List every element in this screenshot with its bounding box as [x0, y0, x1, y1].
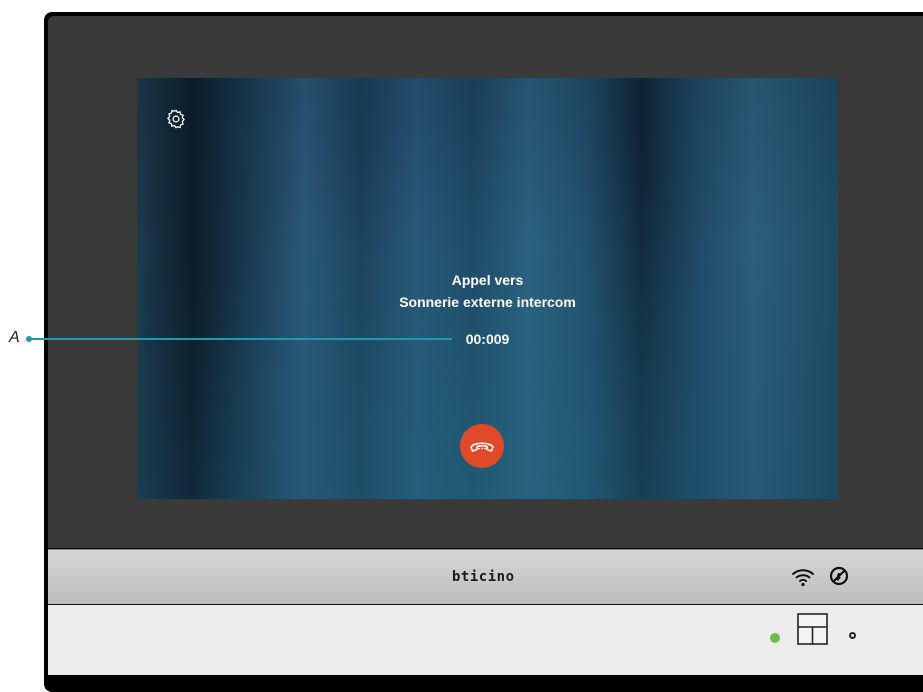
annotation-leader-line: [28, 338, 452, 340]
annotation-label: A: [9, 329, 20, 346]
key-icon[interactable]: [797, 613, 828, 645]
gear-icon[interactable]: [165, 108, 187, 130]
hangup-button[interactable]: [460, 424, 504, 468]
sensor-dot: [849, 632, 856, 639]
status-led: [770, 633, 780, 643]
device-lower-panel: [48, 605, 923, 675]
phone-hangup-icon: [470, 442, 494, 452]
wifi-icon: [792, 569, 814, 587]
do-not-disturb-icon: [829, 566, 849, 586]
brand-logo: bticino: [452, 569, 515, 585]
call-destination: Sonnerie externe intercom: [399, 294, 576, 310]
call-heading: Appel vers: [451, 272, 524, 288]
